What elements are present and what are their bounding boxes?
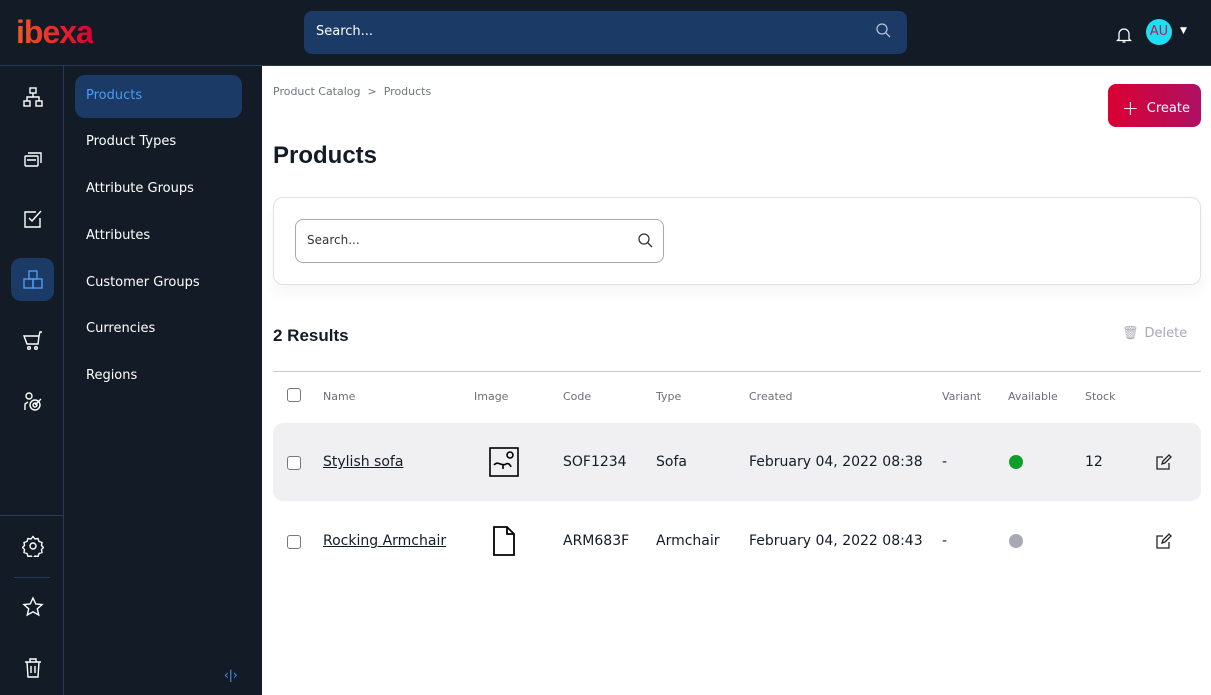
row-checkbox[interactable] xyxy=(287,456,301,470)
product-catalog-submenu: Products Product Types Attribute Groups … xyxy=(64,66,262,695)
edit-icon[interactable] xyxy=(1156,533,1172,549)
customer-target-icon[interactable] xyxy=(11,380,54,423)
avatar[interactable]: AU xyxy=(1146,19,1172,45)
created-date: February 04, 2022 08:43 xyxy=(749,533,923,549)
submenu-item-products[interactable]: Products xyxy=(75,75,242,118)
content-icon[interactable] xyxy=(11,136,54,179)
column-header-code[interactable]: Code xyxy=(563,390,591,403)
rail-divider xyxy=(14,577,50,578)
created-date: February 04, 2022 08:38 xyxy=(749,454,923,470)
main-menu-rail xyxy=(0,66,64,695)
breadcrumb: Product Catalog > Products xyxy=(273,85,432,98)
search-placeholder: Search... xyxy=(307,233,360,247)
bookmarks-icon[interactable] xyxy=(11,585,54,628)
column-header-available: Available xyxy=(1008,390,1058,403)
cart-icon[interactable] xyxy=(11,319,54,362)
submenu-item-currencies[interactable]: Currencies xyxy=(75,308,242,351)
product-name-link[interactable]: Stylish sofa xyxy=(323,454,403,470)
product-search-input[interactable]: Search... xyxy=(295,219,664,263)
submenu-item-regions[interactable]: Regions xyxy=(75,355,242,398)
submenu-item-product-types[interactable]: Product Types xyxy=(75,121,242,164)
search-icon[interactable] xyxy=(637,232,653,248)
column-header-name[interactable]: Name xyxy=(323,390,355,403)
ibexa-logo[interactable]: ibexa xyxy=(16,14,94,51)
filter-panel: Search... xyxy=(273,197,1201,285)
image-icon xyxy=(489,447,519,477)
trash-icon: 🗑 xyxy=(1122,326,1139,341)
table-row: Stylish sofa SOF1234 Sofa February 04, 2… xyxy=(273,423,1201,501)
product-code: SOF1234 xyxy=(563,454,627,470)
bell-icon[interactable] xyxy=(1116,26,1132,44)
search-icon[interactable] xyxy=(875,22,891,38)
create-button[interactable]: + Create xyxy=(1108,84,1201,127)
submenu-item-attributes[interactable]: Attributes xyxy=(75,215,242,258)
variant: - xyxy=(942,454,948,470)
select-all-checkbox[interactable] xyxy=(287,388,301,402)
column-header-stock: Stock xyxy=(1085,390,1116,403)
edit-icon[interactable] xyxy=(1156,454,1172,470)
row-checkbox[interactable] xyxy=(287,535,301,549)
product-type: Sofa xyxy=(656,454,687,470)
plus-icon: + xyxy=(1122,96,1139,120)
chevron-down-icon[interactable]: ▼ xyxy=(1180,26,1187,36)
product-code: ARM683F xyxy=(563,533,630,549)
top-bar: ibexa Search... AU ▼ xyxy=(0,0,1211,66)
trash-icon[interactable] xyxy=(11,646,54,689)
create-label: Create xyxy=(1146,101,1190,116)
page-title: Products xyxy=(273,142,378,169)
delete-button[interactable]: 🗑 Delete xyxy=(1122,326,1187,341)
collapse-toggle-icon[interactable]: ‹|› xyxy=(224,668,238,682)
table-divider xyxy=(273,371,1201,372)
product-type: Armchair xyxy=(656,533,720,549)
content-tree-icon[interactable] xyxy=(11,75,54,118)
submenu-item-customer-groups[interactable]: Customer Groups xyxy=(75,262,242,305)
column-header-type[interactable]: Type xyxy=(656,390,681,403)
review-icon[interactable] xyxy=(11,197,54,240)
product-name-link[interactable]: Rocking Armchair xyxy=(323,533,446,549)
breadcrumb-item[interactable]: Product Catalog xyxy=(273,85,361,98)
stock: 12 xyxy=(1085,454,1103,470)
variant: - xyxy=(942,533,948,549)
search-placeholder: Search... xyxy=(316,24,374,39)
results-count: 2 Results xyxy=(273,326,349,345)
product-catalog-icon[interactable] xyxy=(11,258,54,301)
file-icon xyxy=(493,526,515,556)
column-header-image: Image xyxy=(474,390,509,403)
column-header-created[interactable]: Created xyxy=(749,390,793,403)
delete-label: Delete xyxy=(1144,326,1188,341)
breadcrumb-item: Products xyxy=(383,85,432,98)
unavailable-status-dot xyxy=(1009,534,1023,548)
global-search-input[interactable]: Search... xyxy=(304,11,907,54)
available-status-dot xyxy=(1009,455,1023,469)
table-row: Rocking Armchair ARM683F Armchair Februa… xyxy=(273,502,1201,580)
settings-icon[interactable] xyxy=(11,524,54,567)
main-content: Product Catalog > Products + Create Produ… xyxy=(262,66,1211,695)
rail-divider xyxy=(0,515,64,516)
column-header-variant: Variant xyxy=(942,390,982,403)
submenu-item-attribute-groups[interactable]: Attribute Groups xyxy=(75,168,242,211)
